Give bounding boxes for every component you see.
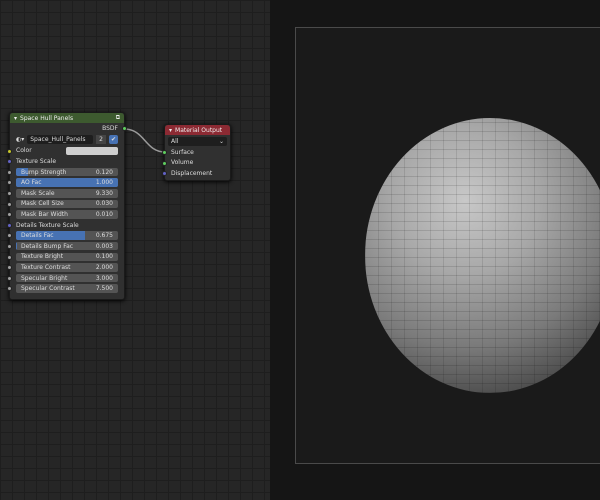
input-label: Texture Scale — [16, 157, 57, 165]
field-label: Mask Cell Size — [21, 200, 64, 208]
value-slider[interactable]: Mask Cell Size 0.030 — [16, 199, 118, 209]
value-slider[interactable]: Texture Contrast 2.000 — [16, 263, 118, 272]
vector-socket[interactable] — [162, 171, 167, 177]
target-value: All — [171, 137, 179, 145]
input-field-row: Details Bump Fac 0.003 — [7, 241, 124, 252]
float-socket[interactable] — [7, 190, 12, 196]
float-socket[interactable] — [7, 243, 12, 249]
float-socket[interactable] — [7, 265, 12, 271]
render-viewport[interactable] — [270, 0, 600, 500]
datablock-selector[interactable]: ◐▾ Space_Hull_Panels 2 ✔ — [10, 134, 124, 146]
node-header[interactable]: ▾ Material Output — [165, 125, 230, 135]
bsdf-socket[interactable] — [122, 126, 127, 131]
field-value: 9.330 — [95, 189, 113, 197]
float-socket[interactable] — [7, 169, 12, 175]
field-value: 0.675 — [95, 232, 113, 240]
vector-socket[interactable] — [7, 159, 12, 165]
fake-user-shield-icon[interactable]: ✔ — [108, 135, 118, 145]
node-editor[interactable]: ▾ Space Hull Panels ⧉ BSDF ◐▾ Space_Hull… — [0, 0, 270, 500]
field-value: 7.500 — [95, 285, 113, 293]
input-texture-scale: Texture Scale — [7, 156, 124, 167]
input-label: Details Texture Scale — [16, 221, 79, 229]
field-label: AO Fac — [21, 179, 42, 187]
value-slider[interactable]: Texture Bright 0.100 — [16, 252, 118, 262]
output-bsdf: BSDF — [10, 123, 127, 134]
collapse-arrow-icon[interactable]: ▾ — [14, 115, 17, 122]
value-slider[interactable]: Bump Strength 0.120 — [16, 167, 118, 177]
material-output-node[interactable]: ▾ Material Output All ⌄ Surface Volume D… — [162, 124, 231, 181]
socket-label: Displacement — [171, 169, 213, 177]
node-header[interactable]: ▾ Space Hull Panels ⧉ — [10, 113, 124, 123]
input-field-row: AO Fac 1.000 — [7, 177, 124, 188]
input-details-texture-scale: Details Texture Scale — [7, 220, 124, 231]
shader-socket[interactable] — [162, 150, 167, 155]
input-field-row: Mask Bar Width 0.010 — [7, 209, 124, 220]
socket-label: Surface — [171, 148, 194, 156]
input-field-row: Bump Strength 0.120 — [7, 167, 124, 178]
field-value: 0.100 — [95, 253, 113, 261]
datablock-name[interactable]: Space_Hull_Panels — [27, 135, 94, 145]
float-socket[interactable] — [7, 233, 12, 239]
node-title: Space Hull Panels — [20, 114, 74, 122]
field-label: Details Bump Fac — [21, 242, 74, 250]
shader-socket[interactable] — [162, 160, 167, 166]
value-slider[interactable]: Specular Bright 3.000 — [16, 273, 118, 283]
chevron-down-icon: ⌄ — [218, 137, 224, 145]
node-title: Material Output — [175, 126, 223, 134]
field-value: 1.000 — [95, 179, 113, 187]
collapse-arrow-icon[interactable]: ▾ — [169, 127, 172, 134]
float-socket[interactable] — [7, 275, 12, 281]
value-slider[interactable]: Details Bump Fac 0.003 — [16, 241, 118, 251]
value-slider[interactable]: Mask Scale 9.330 — [16, 189, 118, 198]
field-value: 2.000 — [95, 263, 113, 271]
color-socket[interactable] — [7, 148, 12, 154]
node-tree-icon[interactable]: ◐▾ — [16, 136, 24, 143]
field-value: 0.030 — [95, 200, 113, 208]
field-value: 3.000 — [95, 274, 113, 282]
value-slider[interactable]: AO Fac 1.000 — [16, 178, 118, 187]
socket-displacement: Displacement — [162, 168, 230, 179]
group-node-space-hull-panels[interactable]: ▾ Space Hull Panels ⧉ BSDF ◐▾ Space_Hull… — [7, 112, 127, 300]
field-label: Specular Bright — [21, 274, 68, 282]
input-field-row: Texture Contrast 2.000 — [7, 262, 124, 273]
user-count[interactable]: 2 — [96, 135, 106, 145]
field-value: 0.003 — [95, 242, 113, 250]
float-socket[interactable] — [7, 286, 12, 292]
input-color: Color — [7, 146, 124, 157]
field-value: 0.120 — [95, 168, 113, 176]
field-label: Mask Bar Width — [21, 210, 68, 218]
socket-surface: Surface — [162, 147, 230, 158]
vector-socket[interactable] — [7, 222, 12, 228]
input-field-row: Mask Scale 9.330 — [7, 188, 124, 199]
field-label: Mask Scale — [21, 189, 55, 197]
input-field-row: Specular Bright 3.000 — [7, 273, 124, 284]
output-label: BSDF — [102, 124, 118, 132]
color-swatch[interactable] — [66, 146, 118, 155]
input-label: Color — [16, 147, 32, 155]
float-socket[interactable] — [7, 180, 12, 186]
value-slider[interactable]: Mask Bar Width 0.010 — [16, 210, 118, 219]
input-field-row: Mask Cell Size 0.030 — [7, 199, 124, 210]
float-socket[interactable] — [7, 201, 12, 207]
input-field-row: Texture Bright 0.100 — [7, 252, 124, 263]
field-label: Texture Bright — [21, 253, 64, 261]
node-group-icon: ⧉ — [115, 114, 120, 121]
field-value: 0.010 — [95, 210, 113, 218]
float-socket[interactable] — [7, 212, 12, 218]
rendered-sphere — [365, 118, 600, 393]
input-field-row: Specular Contrast 7.500 — [7, 283, 124, 294]
field-label: Details Fac — [21, 232, 54, 240]
value-slider[interactable]: Details Fac 0.675 — [16, 231, 118, 240]
field-label: Specular Contrast — [21, 285, 75, 293]
input-field-row: Details Fac 0.675 — [7, 230, 124, 241]
float-socket[interactable] — [7, 254, 12, 260]
target-dropdown[interactable]: All ⌄ — [165, 135, 230, 147]
socket-label: Volume — [171, 159, 194, 167]
field-label: Bump Strength — [21, 168, 67, 176]
field-label: Texture Contrast — [21, 263, 71, 271]
value-slider[interactable]: Specular Contrast 7.500 — [16, 284, 118, 293]
socket-volume: Volume — [162, 158, 230, 169]
